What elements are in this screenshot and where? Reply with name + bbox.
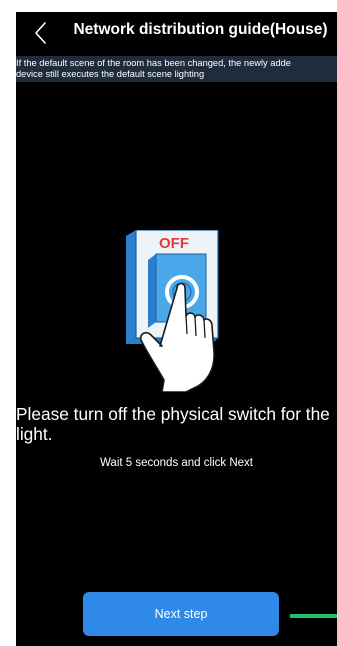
step-progress-bar: [290, 614, 337, 618]
chevron-left-icon: [35, 22, 46, 44]
page-title: Network distribution guide(House): [73, 21, 328, 38]
wait-hint-text: Wait 5 seconds and click Next: [100, 457, 253, 469]
switch-illustration: OFF: [122, 229, 252, 393]
back-button[interactable]: [30, 18, 54, 48]
app-screen: Network distribution guide(House) If the…: [16, 12, 337, 646]
step-progress-fill: [290, 614, 337, 618]
header: Network distribution guide(House): [16, 12, 337, 56]
notice-text-line-1: If the default scene of the room has bee…: [16, 58, 291, 68]
notice-banner: If the default scene of the room has bee…: [16, 56, 337, 82]
light-switch-off-hand-press-icon: OFF: [126, 229, 219, 393]
next-step-button[interactable]: Next step: [83, 592, 279, 636]
notice-text-line-2: device still executes the default scene …: [16, 69, 205, 79]
switch-off-label: OFF: [159, 235, 189, 252]
instruction-text: Please turn off the physical switch for …: [16, 404, 330, 444]
